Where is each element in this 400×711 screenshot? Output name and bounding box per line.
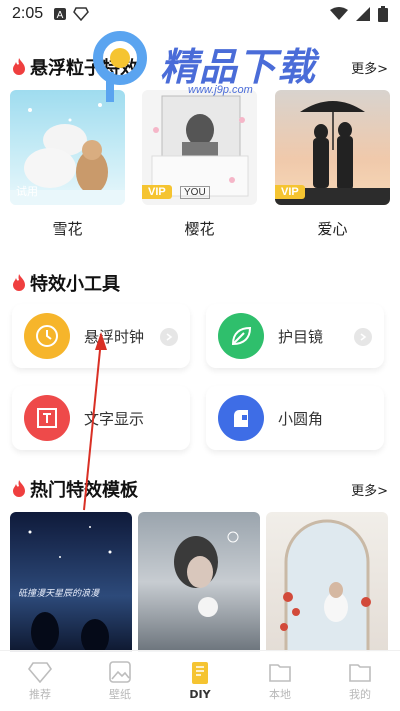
template-card-text: 砥撞漫天星辰的浪漫: [18, 589, 100, 599]
chevron-right-icon: [160, 328, 178, 346]
tab-diy[interactable]: DIY: [160, 651, 240, 711]
tab-label: 推荐: [29, 687, 51, 701]
vip-badge: VIP: [275, 185, 305, 199]
templates-header: 热门特效模板 更多>: [12, 474, 388, 504]
flame-icon: [13, 58, 25, 75]
vip-badge: VIP: [142, 185, 172, 199]
tools-header: 特效小工具: [12, 268, 388, 298]
tools-row-2: 文字显示 小圆角: [12, 386, 388, 450]
template-card-stars[interactable]: 砥撞漫天星辰的浪漫: [10, 512, 132, 652]
window-portrait-image: [280, 519, 371, 652]
trial-tag: 试用: [16, 185, 38, 198]
signal-icon: [356, 7, 370, 21]
tool-label: 文字显示: [84, 409, 145, 428]
tab-label: 我的: [349, 687, 371, 701]
diy-pencil-icon: [192, 662, 208, 684]
folder-icon: [269, 663, 291, 682]
rounded-corner-icon: [218, 395, 264, 441]
diamond-icon: [28, 661, 52, 683]
more-particles-link[interactable]: 更多>: [351, 58, 388, 77]
tab-label: DIY: [189, 688, 211, 701]
section-title-templates: 热门特效模板: [30, 480, 138, 501]
template-card-flower[interactable]: [138, 512, 260, 652]
you-card-text: YOU: [180, 186, 210, 199]
particle-card-snow[interactable]: 试用: [10, 90, 125, 205]
status-bar: 2:05 A: [0, 0, 400, 28]
flame-icon: [13, 274, 25, 291]
clock-icon: [24, 313, 70, 359]
tab-recommend[interactable]: 推荐: [0, 651, 80, 711]
battery-icon: [378, 6, 388, 22]
tool-label: 悬浮时钟: [84, 327, 145, 346]
svg-text:A: A: [57, 10, 64, 21]
tool-floating-clock[interactable]: 悬浮时钟: [12, 304, 190, 368]
tool-eye-protection[interactable]: 护目镜: [206, 304, 384, 368]
section-title-particles: 悬浮粒子特效: [30, 58, 138, 79]
vpn-diamond-icon: [73, 7, 90, 21]
tool-rounded-corner[interactable]: 小圆角: [206, 386, 384, 450]
tool-label: 护目镜: [278, 327, 324, 346]
particle-label-heart: 爱心: [317, 220, 348, 238]
particle-list: 试用 雪花 VIP YOU 樱花 VIP 爱心: [10, 90, 390, 250]
section-title-tools: 特效小工具: [30, 274, 120, 295]
flame-icon: [13, 480, 25, 497]
bottom-tab-bar: 推荐 壁纸 DIY 本地 我的: [0, 650, 400, 711]
folder-icon: [349, 663, 371, 682]
template-list: 砥撞漫天星辰的浪漫: [10, 512, 390, 652]
text-box-icon: [24, 395, 70, 441]
particle-label-snow: 雪花: [52, 220, 83, 238]
chevron-right-icon: [354, 328, 372, 346]
tab-label: 壁纸: [109, 687, 131, 701]
tool-label: 小圆角: [278, 409, 324, 428]
stars-scene-image: [28, 526, 112, 652]
flower-portrait-image: [174, 531, 239, 617]
particles-header: 悬浮粒子特效 更多>: [12, 52, 388, 82]
tool-text-display[interactable]: 文字显示: [12, 386, 190, 450]
tab-local[interactable]: 本地: [240, 651, 320, 711]
particle-card-heart[interactable]: VIP: [275, 90, 390, 205]
particle-label-sakura: 樱花: [184, 220, 215, 238]
status-time: 2:05: [12, 5, 44, 22]
picture-icon: [109, 660, 131, 683]
tab-mine[interactable]: 我的: [320, 651, 400, 711]
particle-card-sakura[interactable]: VIP YOU: [142, 90, 257, 205]
notification-a-icon: A: [54, 8, 67, 21]
leaf-icon: [218, 313, 264, 359]
more-templates-link[interactable]: 更多>: [351, 480, 388, 499]
tab-label: 本地: [269, 687, 291, 701]
tab-wallpaper[interactable]: 壁纸: [80, 651, 160, 711]
template-card-window[interactable]: [266, 512, 388, 652]
wifi-icon: [330, 7, 348, 20]
tools-row-1: 悬浮时钟 护目镜: [12, 304, 388, 368]
